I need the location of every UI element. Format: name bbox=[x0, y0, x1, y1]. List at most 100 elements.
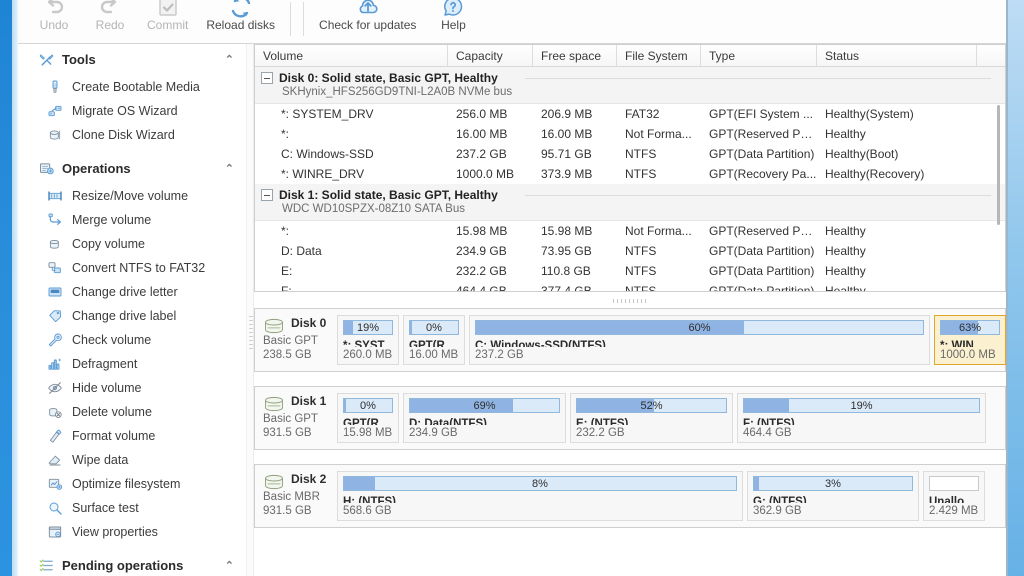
sidebar-item-optimize-filesystem[interactable]: Optimize filesystem bbox=[18, 472, 246, 496]
sidebar-item-surface-test[interactable]: Surface test bbox=[18, 496, 246, 520]
horizontal-splitter[interactable] bbox=[254, 294, 1006, 308]
sidebar-item-convert-ntfs-to-fat32[interactable]: Convert NTFS to FAT32 bbox=[18, 256, 246, 280]
minus-glyph bbox=[264, 194, 270, 196]
volume-row[interactable]: E: 232.2 GB 110.8 GB NTFS GPT(Data Partition… bbox=[255, 261, 1005, 281]
sidebar-item-format-volume[interactable]: Format volume bbox=[18, 424, 246, 448]
partition-usage-bar: 69% bbox=[409, 398, 560, 413]
partition-size: 234.9 GB bbox=[409, 427, 458, 439]
partition-block[interactable]: 63% *: WIN... 1000.0 MB bbox=[934, 315, 1006, 365]
sidebar-item-check-volume[interactable]: Check volume bbox=[18, 328, 246, 352]
commit-icon bbox=[156, 0, 180, 18]
volume-list-scrollbar[interactable] bbox=[994, 99, 1003, 265]
volume-row[interactable]: D: Data 234.9 GB 73.95 GB NTFS GPT(Data Part… bbox=[255, 241, 1005, 261]
collapse-toggle-icon[interactable] bbox=[261, 72, 273, 84]
chevron-up-icon[interactable]: ⌃ bbox=[225, 162, 234, 175]
volume-row[interactable]: C: Windows-SSD 237.2 GB 95.71 GB NTFS GPT(Da… bbox=[255, 144, 1005, 164]
chevron-up-icon[interactable]: ⌃ bbox=[225, 559, 234, 572]
sidebar-group-tools[interactable]: Tools ⌃ bbox=[18, 44, 246, 75]
column-header-status[interactable]: Status bbox=[817, 45, 977, 66]
column-header-filler bbox=[977, 45, 1005, 66]
sidebar-item-view-properties[interactable]: View properties bbox=[18, 520, 246, 544]
disk-group-header-0[interactable]: Disk 0: Solid state, Basic GPT, Healthy S… bbox=[255, 67, 1005, 104]
disk-header-rule bbox=[525, 78, 991, 79]
collapse-toggle-icon[interactable] bbox=[261, 189, 273, 201]
column-header-capacity[interactable]: Capacity bbox=[448, 45, 533, 66]
partition-size: 16.00 MB bbox=[409, 349, 459, 361]
sidebar-item-label: Check volume bbox=[72, 333, 152, 347]
volume-cell-st: Healthy bbox=[825, 284, 866, 292]
volume-cell-cap: 232.2 GB bbox=[456, 264, 507, 278]
sidebar-item-label: Resize/Move volume bbox=[72, 189, 189, 203]
toolbar-separator bbox=[290, 2, 292, 36]
sidebar-item-delete-volume[interactable]: Delete volume bbox=[18, 400, 246, 424]
disk-model-text: WDC WD10SPZX-08Z10 SATA Bus bbox=[282, 203, 465, 215]
sidebar-splitter[interactable] bbox=[246, 44, 254, 576]
partition-block[interactable]: 3% G: (NTFS) 362.9 GB bbox=[747, 471, 919, 521]
partition-block[interactable]: 0% GPT(Re... 15.98 MB bbox=[337, 393, 399, 443]
toolbar-button-label: Reload disks bbox=[206, 18, 276, 32]
volume-cell-type: GPT(Reserved Pa... bbox=[709, 224, 817, 238]
partition-label: GPT(Re... bbox=[343, 418, 393, 425]
sidebar-item-resize-move-volume[interactable]: Resize/Move volume bbox=[18, 184, 246, 208]
sidebar-item-hide-volume[interactable]: Hide volume bbox=[18, 376, 246, 400]
column-header-type[interactable]: Type bbox=[701, 45, 817, 66]
partition-size: 260.0 MB bbox=[343, 349, 393, 361]
volume-table-body: Disk 0: Solid state, Basic GPT, Healthy S… bbox=[255, 67, 1005, 292]
sidebar-item-clone-disk-wizard[interactable]: Clone Disk Wizard bbox=[18, 123, 246, 147]
toolbar-button-redo: Redo bbox=[82, 0, 138, 43]
volume-cell-st: Healthy(System) bbox=[825, 107, 914, 121]
sidebar-item-migrate-os-wizard[interactable]: Migrate OS Wizard bbox=[18, 99, 246, 123]
disk-map-name: Disk 2 bbox=[291, 472, 327, 486]
sidebar-item-label: Optimize filesystem bbox=[72, 477, 181, 491]
scrollbar-thumb[interactable] bbox=[997, 105, 1000, 225]
usage-percent-label: 19% bbox=[356, 321, 380, 334]
sidebar-group-pending-operations[interactable]: Pending operations ⌃ bbox=[18, 550, 246, 576]
main-content: Volume Capacity Free space File System Type S… bbox=[254, 44, 1006, 576]
partition-block[interactable]: 19% F: (NTFS) 464.4 GB bbox=[737, 393, 986, 443]
partition-block[interactable]: 52% E: (NTFS) 232.2 GB bbox=[570, 393, 733, 443]
partition-block[interactable]: 19% *: SYST... 260.0 MB bbox=[337, 315, 399, 365]
disk-map-size: 238.5 GB bbox=[263, 349, 312, 361]
sidebar-item-create-bootable-media[interactable]: Create Bootable Media bbox=[18, 75, 246, 99]
drive-letter-icon bbox=[46, 284, 63, 301]
sidebar-item-change-drive-letter[interactable]: Change drive letter bbox=[18, 280, 246, 304]
sidebar-group-operations[interactable]: Operations ⌃ bbox=[18, 153, 246, 184]
merge-icon bbox=[46, 212, 63, 229]
volume-row[interactable]: F: 464.4 GB 377.4 GB NTFS GPT(Data Partition… bbox=[255, 281, 1005, 292]
sidebar-item-defragment[interactable]: Defragment bbox=[18, 352, 246, 376]
partition-block[interactable]: 60% C: Windows-SSD(NTFS) 237.2 GB bbox=[469, 315, 930, 365]
volume-row[interactable]: *: 15.98 MB 15.98 MB Not Forma... GPT(Reserv… bbox=[255, 221, 1005, 241]
toolbar-button-label: Commit bbox=[147, 18, 189, 32]
sidebar-item-copy-volume[interactable]: Copy volume bbox=[18, 232, 246, 256]
disk-map-panel-2[interactable]: Disk 2 Basic MBR 931.5 GB 8% H: (NTFS) 568.6 … bbox=[254, 464, 1006, 528]
eraser-icon bbox=[46, 452, 63, 469]
partition-block[interactable]: 8% H: (NTFS) 568.6 GB bbox=[337, 471, 743, 521]
volume-cell-type: GPT(Data Partition) bbox=[709, 284, 815, 292]
partition-block[interactable]: 0% GPT(Re... 16.00 MB bbox=[403, 315, 465, 365]
volume-cell-type: GPT(Data Partition) bbox=[709, 147, 815, 161]
disk-map-panel-1[interactable]: Disk 1 Basic GPT 931.5 GB 0% GPT(Re... 15.98 … bbox=[254, 386, 1006, 450]
sidebar-item-wipe-data[interactable]: Wipe data bbox=[18, 448, 246, 472]
chevron-up-icon[interactable]: ⌃ bbox=[225, 53, 234, 66]
disk-group-header-1[interactable]: Disk 1: Solid state, Basic GPT, Healthy W… bbox=[255, 184, 1005, 221]
toolbar-button-reload-disks[interactable]: Reload disks bbox=[197, 0, 284, 43]
volume-cell-cap: 464.4 GB bbox=[456, 284, 507, 292]
migrate-os-icon bbox=[46, 103, 63, 120]
usage-percent-label: 8% bbox=[532, 477, 548, 490]
tools-icon bbox=[38, 51, 55, 68]
volume-row[interactable]: *: 16.00 MB 16.00 MB Not Forma... GPT(Reserv… bbox=[255, 124, 1005, 144]
toolbar-button-check-for-updates[interactable]: Check for updates bbox=[310, 0, 425, 43]
column-header-volume[interactable]: Volume bbox=[255, 45, 448, 66]
partition-block[interactable]: 69% D: Data(NTFS) 234.9 GB bbox=[403, 393, 566, 443]
toolbar-button-label: Redo bbox=[95, 18, 125, 32]
toolbar-button-help[interactable]: Help bbox=[425, 0, 481, 43]
disk-map-panel-0[interactable]: Disk 0 Basic GPT 238.5 GB 19% *: SYST... 260.… bbox=[254, 308, 1006, 372]
column-header-file-system[interactable]: File System bbox=[617, 45, 701, 66]
column-header-free-space[interactable]: Free space bbox=[533, 45, 617, 66]
sidebar-item-change-drive-label[interactable]: Change drive label bbox=[18, 304, 246, 328]
volume-row[interactable]: *: SYSTEM_DRV 256.0 MB 206.9 MB FAT32 GPT(EF… bbox=[255, 104, 1005, 124]
partition-block[interactable]: Unalloc... 2.429 MB bbox=[923, 471, 985, 521]
sidebar-item-merge-volume[interactable]: Merge volume bbox=[18, 208, 246, 232]
volume-table-header: Volume Capacity Free space File System Type S… bbox=[255, 45, 1005, 67]
volume-row[interactable]: *: WINRE_DRV 1000.0 MB 373.9 MB NTFS GPT(Rec… bbox=[255, 164, 1005, 184]
